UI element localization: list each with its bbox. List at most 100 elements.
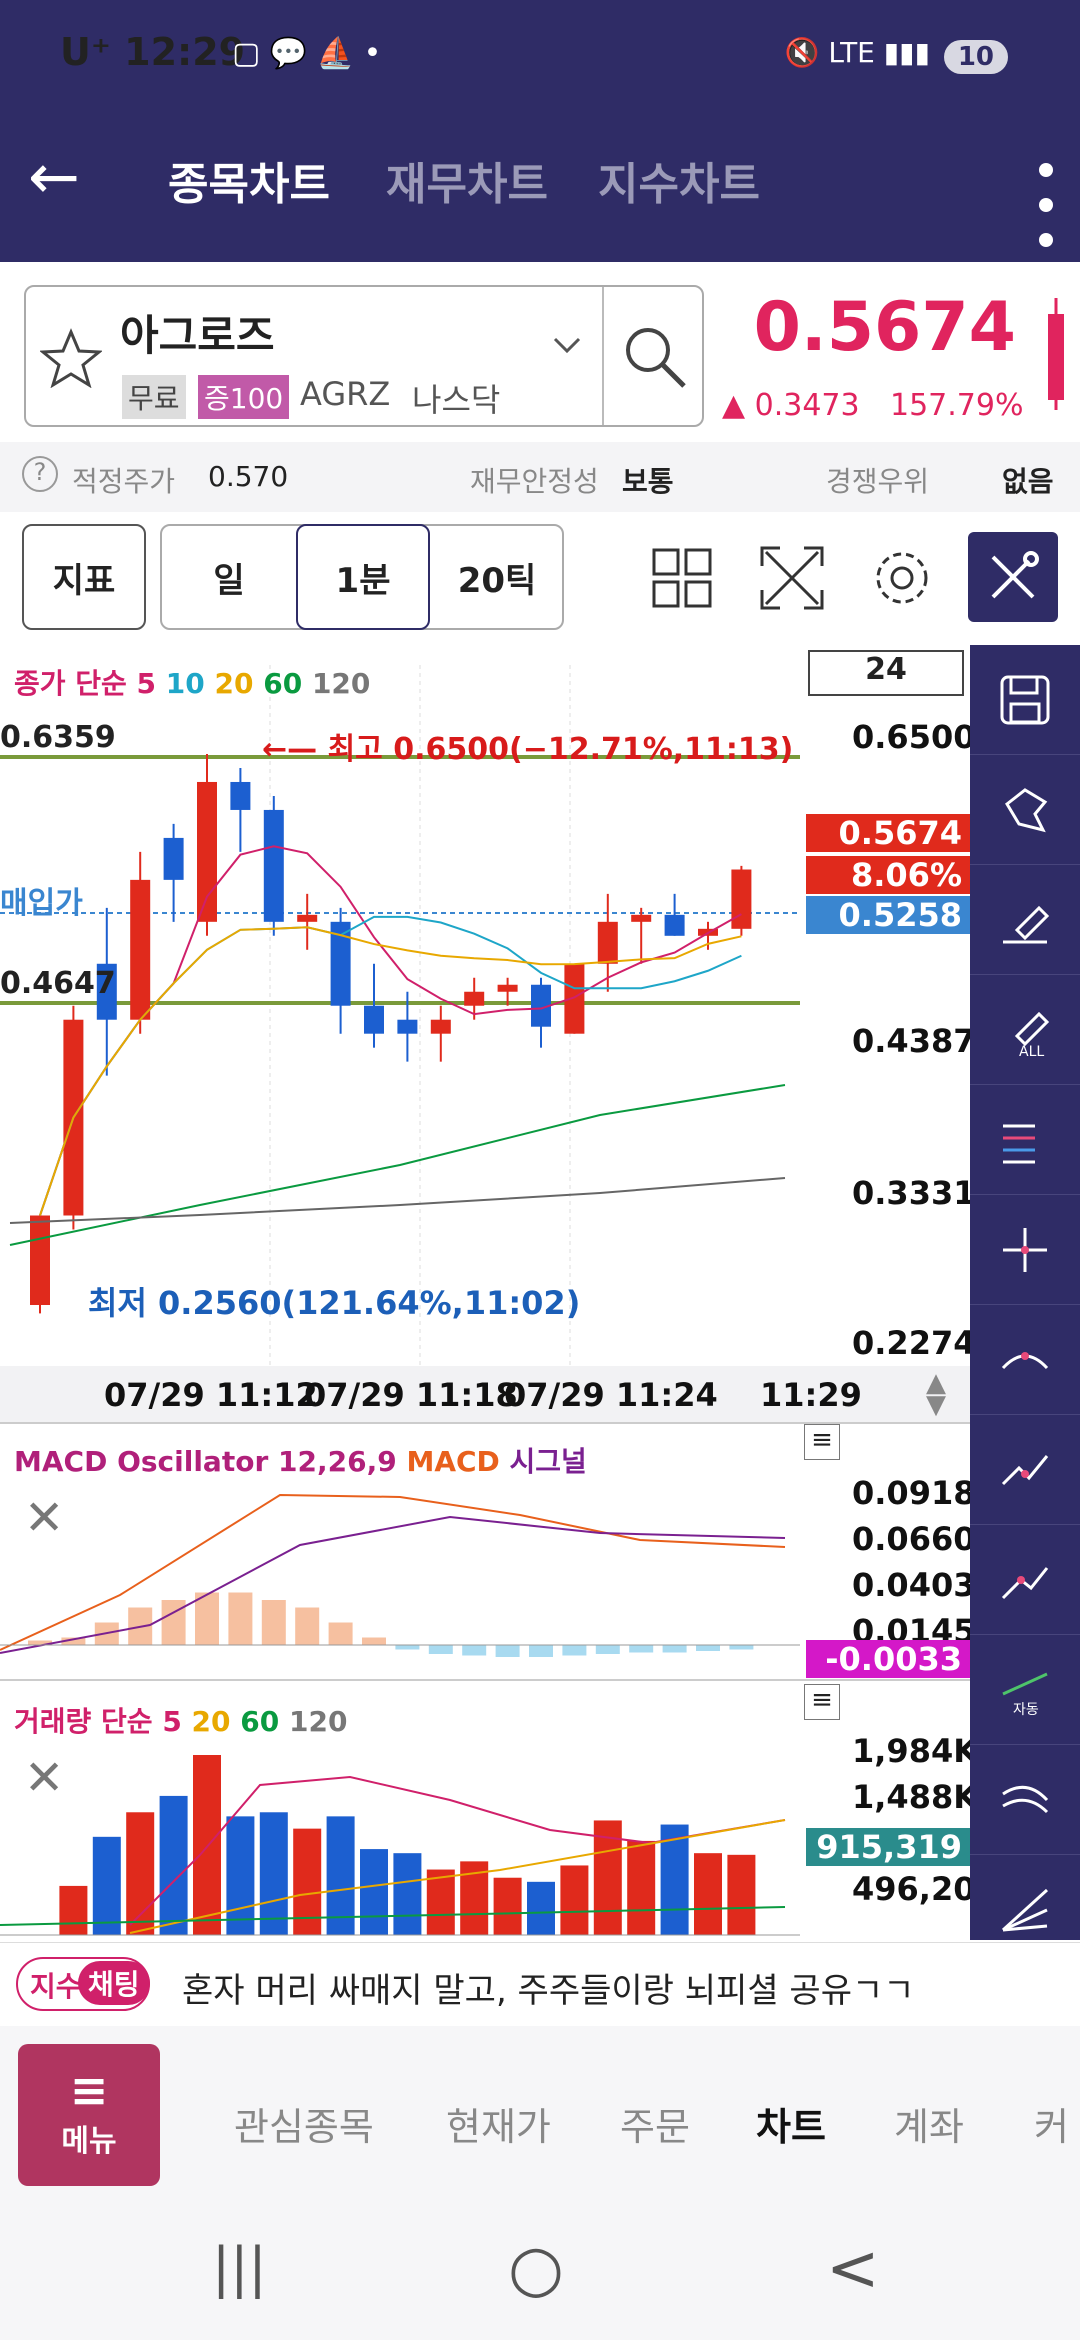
interval-20tick-button[interactable]: 20틱	[432, 526, 562, 628]
menu-button[interactable]: ≡ 메뉴	[18, 2044, 160, 2186]
volume-tick: 1,488K	[852, 1778, 979, 1816]
badge-margin: 증100	[198, 375, 290, 419]
hline-label-upper: 0.6359	[0, 720, 116, 755]
price-change: ▲ 0.3473	[722, 388, 860, 423]
moving-average-line	[9, 1177, 786, 1224]
help-icon[interactable]: ?	[22, 456, 58, 492]
macd-bar	[362, 1637, 386, 1645]
volume-close-icon[interactable]: ✕	[24, 1750, 64, 1806]
fan-line-icon[interactable]	[970, 1415, 1080, 1525]
avg-price-tag: 0.5258	[806, 896, 970, 934]
macd-bar	[228, 1592, 253, 1645]
hocl-line-icon[interactable]	[970, 1085, 1080, 1195]
y-tick: 0.2274	[852, 1324, 976, 1362]
erase-all-icon[interactable]: ALL	[970, 975, 1080, 1085]
macd-bar	[328, 1622, 353, 1645]
macd-bar	[428, 1645, 453, 1654]
indicator-button[interactable]: 지표	[22, 524, 146, 630]
system-back-icon[interactable]: <	[826, 2232, 880, 2306]
x-tick: 07/29 11:12	[104, 1376, 318, 1414]
candle-body	[464, 991, 485, 1006]
tab-index-chart[interactable]: 지수차트	[598, 148, 760, 212]
candle-body	[364, 1005, 384, 1034]
macd-bar	[195, 1592, 219, 1645]
stock-name: 아그로즈	[120, 311, 275, 360]
macd-bar	[495, 1645, 520, 1657]
nav-quote[interactable]: 현재가	[446, 2096, 551, 2151]
crosshair-icon[interactable]	[970, 1195, 1080, 1305]
tab-stock-chart[interactable]: 종목차트	[168, 148, 330, 212]
nav-chart[interactable]: 차트	[756, 2096, 826, 2151]
nav-account[interactable]: 계좌	[894, 2096, 964, 2151]
price-tag: 0.5674	[806, 814, 970, 852]
status-icons: ▢ 💬 ⛵ •	[232, 36, 382, 71]
macd-legend: MACD Oscillator 12,26,9 MACD 시그널	[14, 1445, 587, 1478]
system-nav: ||| ○ <	[0, 2206, 1080, 2340]
macd-bar	[696, 1645, 720, 1651]
x-tick: 11:29	[760, 1376, 862, 1414]
drawing-tools-icon[interactable]	[968, 532, 1058, 622]
macd-tick: 0.0918	[852, 1474, 976, 1512]
valuation-bar: ? 적정주가 0.570 재무안정성 보통 경쟁우위 없음	[0, 442, 1080, 512]
fullscreen-icon[interactable]	[760, 546, 824, 614]
chat-bar[interactable]: 지수 채팅 혼자 머리 싸매지 말고, 주주들이랑 뇌피셜 공유ㄱㄱ	[0, 1942, 1080, 2024]
back-arrow-icon[interactable]: ←	[28, 140, 80, 213]
volume-bar	[393, 1853, 422, 1935]
volume-legend: 거래량 단순 5 20 60 120	[14, 1705, 348, 1738]
macd-close-icon[interactable]: ✕	[24, 1490, 64, 1546]
trend-curve-icon[interactable]	[970, 1305, 1080, 1415]
macd-bar	[161, 1600, 186, 1645]
period-count-box[interactable]: 24	[808, 650, 964, 696]
volume-bar	[59, 1885, 88, 1935]
tab-finance-chart[interactable]: 재무차트	[386, 148, 548, 212]
chevron-down-icon[interactable]	[552, 336, 582, 360]
settings-gear-icon[interactable]	[870, 546, 934, 614]
nav-order[interactable]: 주문	[620, 2096, 690, 2151]
nav-watchlist[interactable]: 관심종목	[234, 2096, 374, 2151]
home-icon[interactable]: ○	[508, 2232, 564, 2306]
volume-bar	[727, 1854, 756, 1935]
status-time: U⁺ 12:29	[60, 30, 246, 74]
save-icon[interactable]	[970, 645, 1080, 755]
interval-1min-button[interactable]: 1분	[296, 524, 430, 630]
x-tick: 07/29 11:24	[504, 1376, 718, 1414]
volume-bar	[259, 1812, 288, 1935]
macd-menu-icon[interactable]: ≡	[804, 1424, 840, 1460]
volume-bar	[92, 1836, 121, 1935]
grid-layout-icon[interactable]	[652, 548, 712, 612]
auto-line-icon[interactable]: 자동	[970, 1635, 1080, 1745]
candle-body	[263, 809, 284, 922]
signal-icons: 🔇 LTE ▮▮▮	[784, 36, 930, 69]
volume-bar	[360, 1849, 388, 1935]
macd-bar	[261, 1600, 286, 1645]
eraser-icon[interactable]	[970, 865, 1080, 975]
volume-bar	[226, 1816, 255, 1935]
y-tick: 0.4387	[852, 1022, 976, 1060]
recent-apps-icon[interactable]: |||	[212, 2236, 267, 2299]
axis-scroll-icon[interactable]: ▲ ▼	[926, 1370, 946, 1418]
hline-label-lower: 0.4647	[0, 966, 116, 1001]
pct-tag: 8.06%	[806, 856, 970, 894]
interval-day-button[interactable]: 일	[162, 526, 296, 628]
volume-bar	[126, 1812, 155, 1935]
candle-body	[664, 914, 685, 936]
star-icon[interactable]	[39, 328, 103, 392]
candle-body	[731, 869, 752, 929]
candle-body	[497, 984, 518, 992]
more-menu-icon[interactable]	[1038, 160, 1054, 258]
volume-menu-icon[interactable]: ≡	[804, 1684, 840, 1720]
battery-indicator: 10	[943, 40, 1008, 74]
nav-more[interactable]: 커	[1034, 2096, 1069, 2151]
arc-icon[interactable]	[970, 1745, 1080, 1855]
trend-line-icon[interactable]	[970, 1525, 1080, 1635]
search-icon[interactable]	[622, 324, 688, 394]
ticker: AGRZ	[300, 375, 391, 413]
volume-bar	[694, 1853, 722, 1935]
volume-value-tag: 915,319	[806, 1828, 970, 1866]
avg-price-label: 매입가	[0, 886, 83, 921]
volume-bar	[193, 1755, 221, 1935]
shape-icon[interactable]	[970, 755, 1080, 865]
volume-bar	[159, 1795, 188, 1935]
candle-body	[631, 914, 652, 922]
chat-message: 혼자 머리 싸매지 말고, 주주들이랑 뇌피셜 공유ㄱㄱ	[182, 1971, 915, 2011]
